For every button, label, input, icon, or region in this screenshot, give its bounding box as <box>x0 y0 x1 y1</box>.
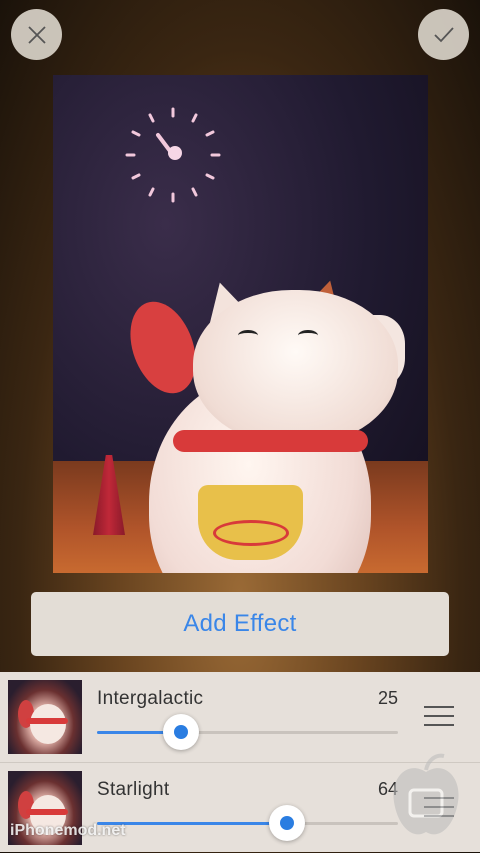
watermark-logo-icon <box>393 753 459 835</box>
effect-slider[interactable] <box>97 714 398 750</box>
effect-value: 25 <box>377 688 398 708</box>
effect-name: Intergalactic <box>97 688 204 709</box>
lucky-cat-eye <box>238 330 258 341</box>
photo-preview <box>53 75 428 573</box>
close-icon <box>27 25 46 44</box>
lucky-cat-head <box>193 290 398 445</box>
lucky-cat-eye <box>298 330 318 341</box>
close-button[interactable] <box>11 9 62 60</box>
effect-name: Starlight <box>97 779 170 800</box>
confirm-button[interactable] <box>418 9 469 60</box>
reorder-handle-icon[interactable] <box>424 706 454 730</box>
checkmark-icon <box>433 26 454 42</box>
lucky-cat-collar <box>173 430 368 452</box>
slider-thumb[interactable] <box>163 714 200 750</box>
slider-thumb[interactable] <box>268 805 305 841</box>
add-effect-button[interactable]: Add Effect <box>31 592 449 656</box>
watermark-text: iPhonemod.net <box>10 822 126 839</box>
effect-row-intergalactic: Intergalactic 25 <box>0 672 480 762</box>
effect-slider[interactable] <box>97 805 398 841</box>
clock-icon <box>125 107 221 203</box>
effect-thumbnail <box>8 680 82 754</box>
red-bow <box>213 520 289 546</box>
fan-decoration <box>118 292 208 403</box>
